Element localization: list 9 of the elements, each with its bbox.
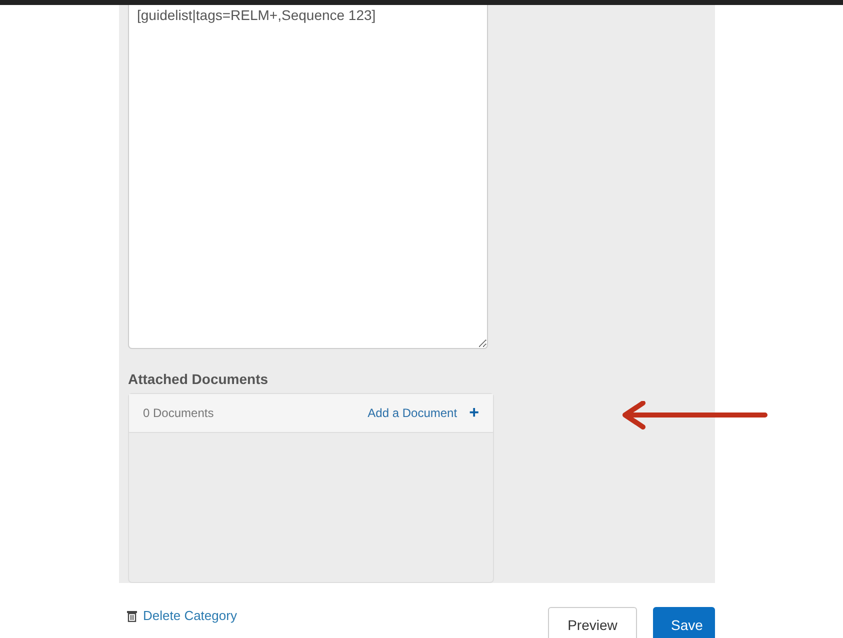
document-count: 0 Documents (143, 406, 215, 420)
editor-field[interactable]: [guidelist|tags=RELM+,Sequence 123] (128, 5, 488, 350)
section-heading: Attached Documents (128, 371, 270, 388)
preview-button[interactable]: Preview (548, 607, 637, 638)
plus-icon[interactable]: + (469, 403, 479, 424)
trash-icon (127, 610, 137, 622)
add-document-link[interactable]: Add a Document (368, 406, 458, 420)
delete-category-link[interactable]: Delete Category (127, 608, 237, 623)
save-button[interactable]: Save (653, 607, 715, 638)
